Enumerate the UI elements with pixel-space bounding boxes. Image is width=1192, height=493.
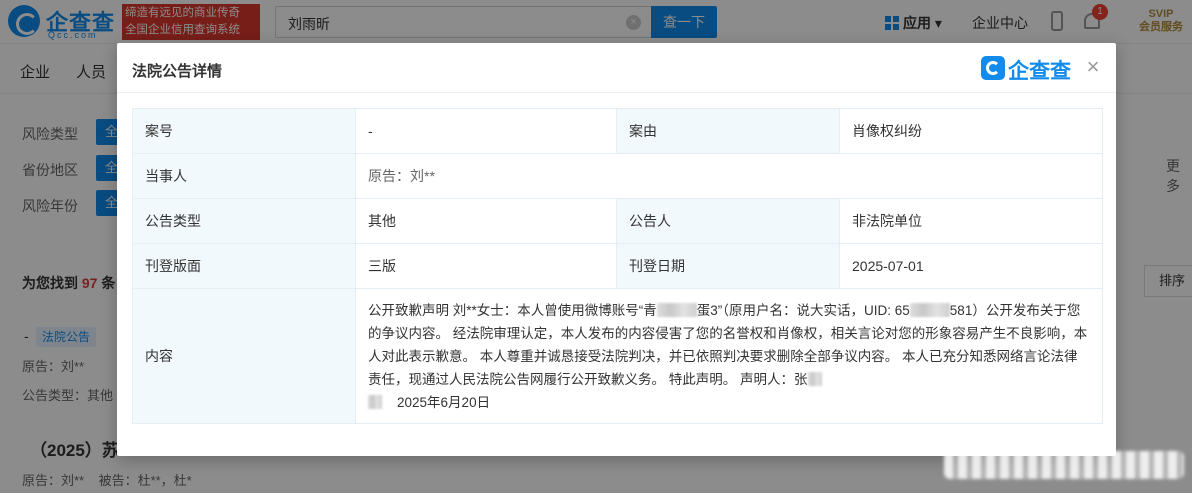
content-text-1: 公开致歉声明 刘**女士：本人曾使用微博账号“青 [368, 302, 657, 318]
announcer-label: 公告人 [616, 198, 840, 244]
close-icon[interactable]: × [1083, 56, 1103, 78]
date-value: 2025-07-01 [839, 243, 1103, 289]
watermark [944, 451, 1184, 479]
table-row: 当事人 原告：刘** [132, 153, 1103, 199]
dialog-header: 法院公告详情 企查查 × [117, 43, 1116, 93]
table-row: 案号 - 案由 肖像权纠纷 [132, 108, 1103, 154]
redacted-text [909, 302, 950, 317]
party-label: 当事人 [132, 153, 356, 199]
dialog-logo: 企查查 [981, 55, 1076, 83]
content-label: 内容 [132, 288, 356, 424]
redacted-text [807, 371, 822, 386]
dialog-title: 法院公告详情 [132, 63, 223, 80]
table-row: 刊登版面 三版 刊登日期 2025-07-01 [132, 243, 1103, 289]
content-text-2: 蛋3”（原用户名：说大实话，UID: 65 [696, 302, 910, 318]
type-label: 公告类型 [132, 198, 356, 244]
redacted-text [368, 394, 382, 409]
table-row: 公告类型 其他 公告人 非法院单位 [132, 198, 1103, 244]
date-label: 刊登日期 [616, 243, 840, 289]
redacted-text [656, 302, 697, 317]
cause-value: 肖像权纠纷 [839, 108, 1103, 154]
court-announcement-dialog: 法院公告详情 企查查 × 案号 - 案由 肖像权纠纷 当事人 原告：刘** 公告… [117, 43, 1116, 456]
edition-value: 三版 [355, 243, 617, 289]
content-text-4: 2025年6月20日 [397, 394, 491, 410]
announcer-value: 非法院单位 [839, 198, 1103, 244]
dialog-logo-text: 企查查 [1008, 60, 1071, 83]
table-row: 内容 公开致歉声明 刘**女士：本人曾使用微博账号“青 蛋3”（原用户名：说大实话… [132, 288, 1103, 424]
case-no-label: 案号 [132, 108, 356, 154]
cause-label: 案由 [616, 108, 840, 154]
case-no-value: - [355, 108, 617, 154]
content-value: 公开致歉声明 刘**女士：本人曾使用微博账号“青 蛋3”（原用户名：说大实话，UI… [355, 288, 1103, 424]
edition-label: 刊登版面 [132, 243, 356, 289]
qcc-logo-icon [981, 56, 1005, 80]
announcement-detail-table: 案号 - 案由 肖像权纠纷 当事人 原告：刘** 公告类型 其他 公告人 非法院… [132, 108, 1103, 424]
party-value: 原告：刘** [355, 153, 1103, 199]
type-value: 其他 [355, 198, 617, 244]
